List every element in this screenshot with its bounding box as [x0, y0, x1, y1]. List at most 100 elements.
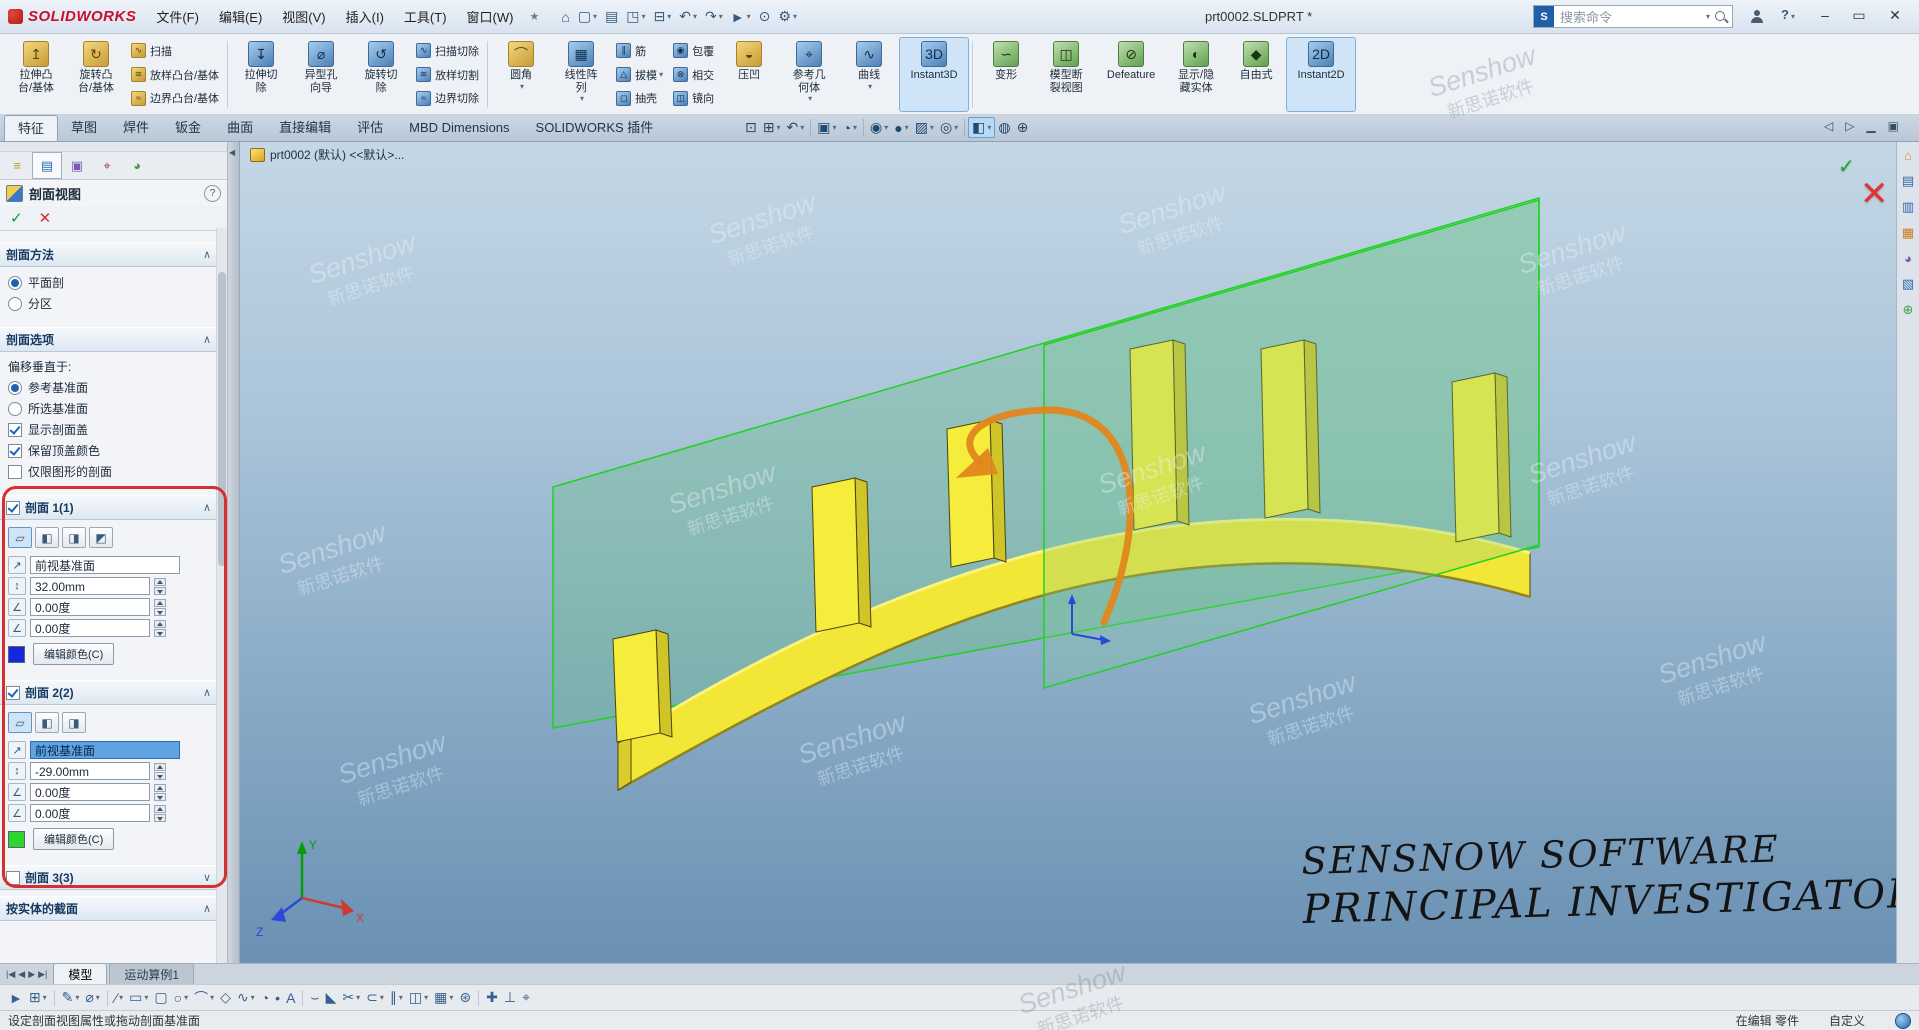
solidworks-resources-icon[interactable]: ⌂: [1904, 148, 1912, 163]
solidworks-forum-icon[interactable]: ⊕: [1903, 302, 1914, 318]
select-button[interactable]: ►▾: [727, 7, 755, 27]
tab-direct-editing[interactable]: 直接编辑: [266, 115, 344, 141]
polygon-button[interactable]: ◇: [217, 988, 234, 1007]
curves-button[interactable]: ∿曲线▾: [839, 37, 899, 112]
section1-xangle-spinner[interactable]: [154, 599, 166, 616]
previous-tab-icon[interactable]: ◀: [18, 969, 25, 980]
menu-edit[interactable]: 编辑(E): [209, 3, 272, 30]
radio-zonal-section[interactable]: 分区: [8, 293, 209, 314]
3d-drawing-view-button[interactable]: ⊕: [1014, 118, 1032, 137]
swept-boss-button[interactable]: ∿扫描: [128, 39, 222, 63]
select-button[interactable]: ►: [6, 989, 26, 1007]
edit-appearance-button[interactable]: ●▾: [891, 119, 911, 137]
mirror-entities-button[interactable]: ◫▾: [406, 988, 431, 1007]
previous-view-button[interactable]: ↶▾: [783, 118, 807, 137]
section2-offset-input[interactable]: -29.00mm: [30, 762, 150, 780]
radio-reference-plane[interactable]: 参考基准面: [8, 377, 209, 398]
panel-collapse-icon[interactable]: ◀: [229, 148, 235, 157]
command-search[interactable]: S 搜索命令 ▾: [1533, 5, 1733, 28]
tab-model[interactable]: 模型: [53, 963, 107, 984]
box-select-button[interactable]: ⊞▾: [26, 988, 50, 1007]
section3-header[interactable]: 剖面 3(3)∨: [0, 865, 217, 890]
confirmation-ok-button[interactable]: ✓: [1838, 154, 1855, 179]
zoom-area-button[interactable]: ⊞▾: [760, 118, 784, 137]
intersect-button[interactable]: ⊗相交: [670, 63, 717, 87]
line-button[interactable]: ∕▾: [112, 989, 126, 1007]
show-hide-bodies-button[interactable]: ◐显示/隐藏实体: [1166, 37, 1226, 112]
help-icon[interactable]: ?▾: [1781, 7, 1795, 22]
options-button[interactable]: ⚙▾: [774, 6, 801, 27]
hole-wizard-button[interactable]: ⌀异型孔向导: [291, 37, 351, 112]
quick-snaps-button[interactable]: ⌖: [519, 988, 533, 1007]
revolved-cut-button[interactable]: ↺旋转切除: [351, 37, 411, 112]
deform-button[interactable]: ∽变形: [976, 37, 1036, 112]
panel-help-icon[interactable]: ?: [204, 185, 221, 202]
section2-xangle-spinner[interactable]: [154, 784, 166, 801]
right-plane-tool-button[interactable]: ◨: [62, 527, 86, 548]
appearances-scenes-icon[interactable]: ◕: [1904, 251, 1912, 266]
section1-reference-plane-input[interactable]: 前视基准面: [30, 556, 180, 574]
section2-xangle-input[interactable]: 0.00度: [30, 783, 150, 801]
right-plane-tool-button[interactable]: ◨: [62, 712, 86, 733]
linear-sketch-pattern-button[interactable]: ▦▾: [431, 988, 456, 1007]
scroll-tabs-right-icon[interactable]: ▷: [1845, 119, 1854, 133]
tab-motion-study-1[interactable]: 运动算例1: [109, 963, 194, 984]
section-by-body-header[interactable]: 按实体的截面∧: [0, 896, 217, 921]
open-document-button[interactable]: ▤: [601, 6, 622, 27]
move-entities-button[interactable]: ✚: [483, 988, 501, 1007]
section2-checkbox[interactable]: [6, 686, 20, 700]
extruded-cut-button[interactable]: ↧拉伸切除: [231, 37, 291, 112]
section2-yangle-input[interactable]: 0.00度: [30, 804, 150, 822]
checkbox-keep-cap-color[interactable]: 保留顶盖颜色: [8, 440, 209, 461]
draft-button[interactable]: △拔模▾: [613, 63, 666, 87]
dimxpertmanager-tab[interactable]: ⌖: [92, 152, 122, 179]
mirror-button[interactable]: ◫镜向: [670, 86, 717, 110]
panel-grab-handle[interactable]: [0, 142, 227, 152]
selected-plane-tool-button[interactable]: ◩: [89, 527, 113, 548]
menu-window[interactable]: 窗口(W): [457, 3, 524, 30]
tab-sketch[interactable]: 草图: [58, 115, 110, 141]
section2-color-swatch[interactable]: [8, 831, 25, 848]
custom-properties-icon[interactable]: ▧: [1902, 276, 1914, 292]
attachments-button[interactable]: ⊙: [755, 6, 775, 27]
view-settings-button[interactable]: ◎▾: [937, 118, 961, 137]
document-minimize-icon[interactable]: ▁: [1866, 119, 1875, 133]
section1-yangle-input[interactable]: 0.00度: [30, 619, 150, 637]
graphics-viewport[interactable]: Senshow新思诺软件 Senshow新思诺软件 Senshow新思诺软件 S…: [240, 142, 1896, 963]
radio-planar-section[interactable]: 平面剖: [8, 272, 209, 293]
convert-entities-button[interactable]: ⊂▾: [363, 988, 387, 1007]
lofted-cut-button[interactable]: ≋放样切割: [413, 63, 482, 87]
view-palette-icon[interactable]: ▦: [1902, 225, 1914, 241]
chamfer-button[interactable]: ◣: [323, 988, 340, 1007]
section1-offset-input[interactable]: 32.00mm: [30, 577, 150, 595]
scroll-tabs-left-icon[interactable]: ◁: [1824, 119, 1833, 133]
featuremanager-tab[interactable]: ≡: [2, 152, 32, 179]
window-close-button[interactable]: ✕: [1885, 7, 1905, 24]
search-icon[interactable]: [1714, 10, 1728, 24]
front-plane-tool-button[interactable]: ▱: [8, 527, 32, 548]
sketch-button[interactable]: ✎▾: [59, 988, 83, 1007]
freestyle-button[interactable]: ◆自由式: [1226, 37, 1286, 112]
display-style-button[interactable]: ◔▾: [839, 119, 859, 137]
displaymanager-tab[interactable]: ◕: [122, 152, 152, 179]
section2-reference-plane-input[interactable]: 前视基准面: [30, 741, 180, 759]
panel-scrollbar[interactable]: [216, 228, 227, 963]
display-relations-button[interactable]: ⊥: [501, 988, 519, 1007]
section1-header[interactable]: 剖面 1(1)∧: [0, 495, 217, 520]
rib-button[interactable]: ∥筋: [613, 39, 666, 63]
offset-entities-button[interactable]: ∥▾: [387, 988, 406, 1007]
section-view-button[interactable]: ◧▾: [968, 117, 995, 138]
menu-file[interactable]: 文件(F): [146, 3, 209, 30]
save-button[interactable]: ◳▾: [622, 6, 649, 27]
account-icon[interactable]: [1749, 9, 1765, 25]
defeature-button[interactable]: ⊘Defeature: [1096, 37, 1166, 112]
section2-yangle-spinner[interactable]: [154, 805, 166, 822]
tab-weldments[interactable]: 焊件: [110, 115, 162, 141]
home-button[interactable]: ⌂: [557, 7, 573, 27]
instant2d-button[interactable]: 2DInstant2D: [1286, 37, 1356, 112]
swept-cut-button[interactable]: ∿扫描切除: [413, 39, 482, 63]
confirmation-cancel-button[interactable]: ✕: [1860, 174, 1889, 214]
instant3d-button[interactable]: 3DInstant3D: [899, 37, 969, 112]
section1-checkbox[interactable]: [6, 501, 20, 515]
section2-edit-color-button[interactable]: 编辑颜色(C): [33, 828, 114, 850]
